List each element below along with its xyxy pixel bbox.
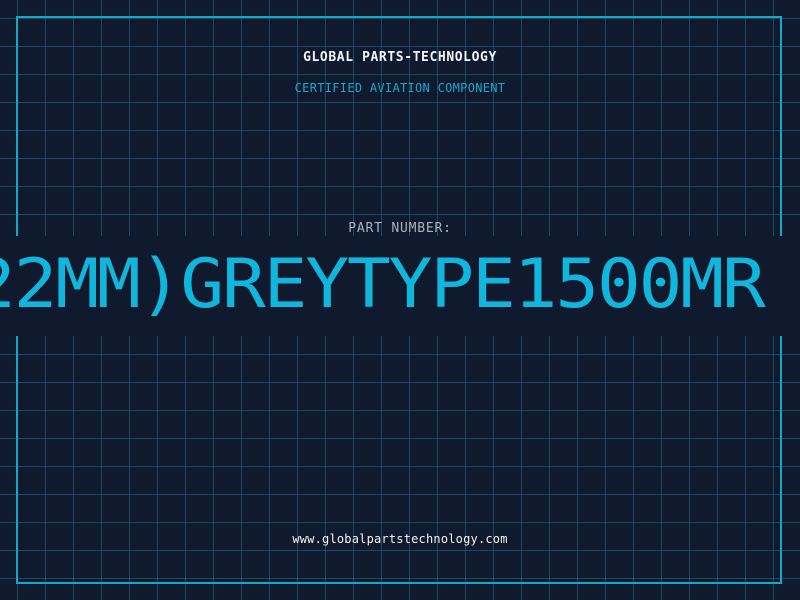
website-url: www.globalpartstechnology.com bbox=[292, 532, 508, 546]
part-number-label: PART NUMBER: bbox=[348, 221, 452, 236]
part-number-value: 22MM)GREYTYPE1500MR bbox=[0, 245, 766, 324]
part-number-band: 22MM)GREYTYPE1500MR bbox=[0, 236, 800, 336]
company-name: GLOBAL PARTS-TECHNOLOGY bbox=[303, 50, 497, 65]
component-subtitle: CERTIFIED AVIATION COMPONENT bbox=[294, 81, 506, 95]
